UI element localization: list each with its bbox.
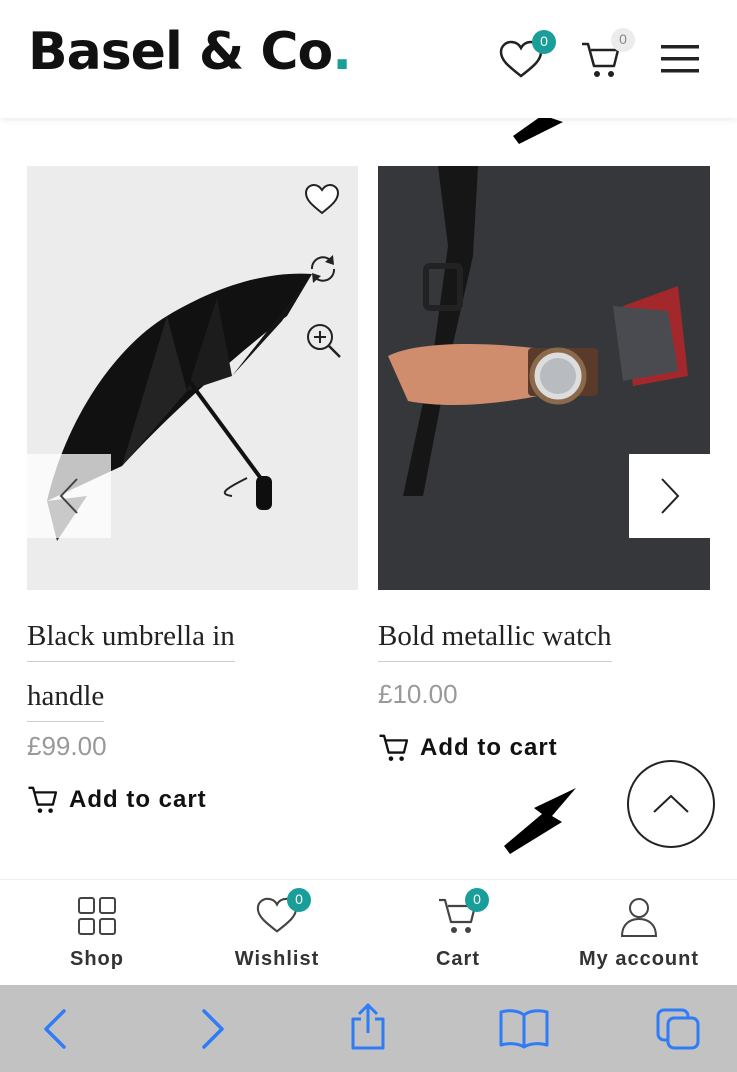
browser-bookmarks-icon[interactable] [498, 1007, 550, 1049]
add-to-cart-button-watch[interactable]: Add to cart [378, 732, 558, 764]
tab-wishlist[interactable]: 0 Wishlist [185, 880, 369, 986]
compare-icon[interactable] [306, 252, 340, 286]
chevron-left-icon [59, 478, 78, 514]
browser-back-icon[interactable] [40, 1007, 70, 1051]
wishlist-count-badge: 0 [532, 30, 556, 54]
product-image-watch[interactable] [378, 166, 710, 590]
user-icon [620, 898, 658, 937]
add-to-cart-button-umbrella[interactable]: Add to cart [27, 784, 207, 816]
product-title-watch[interactable]: Bold metallic watch [378, 620, 612, 662]
tab-my-account[interactable]: My account [547, 880, 731, 986]
site-logo[interactable]: Basel & Co. [28, 26, 352, 78]
cart-icon [379, 734, 409, 761]
annotation-arrow-bottom [504, 788, 576, 854]
tab-my-account-label: My account [578, 948, 700, 970]
browser-share-icon[interactable] [348, 1003, 388, 1051]
carousel-prev-button[interactable] [27, 454, 111, 538]
browser-toolbar [0, 985, 737, 1072]
product-price-watch: £10.00 [378, 679, 458, 709]
browser-tabs-icon[interactable] [655, 1007, 703, 1051]
carousel-next-button[interactable] [629, 454, 710, 538]
chevron-right-icon [661, 478, 680, 514]
tab-wishlist-badge: 0 [287, 888, 311, 912]
quick-view-zoom-icon[interactable] [305, 322, 343, 360]
chevron-up-icon [653, 794, 689, 813]
tab-wishlist-label: Wishlist [234, 948, 320, 970]
cart-count-badge: 0 [611, 28, 635, 52]
tab-shop[interactable]: Shop [5, 880, 189, 986]
tab-cart[interactable]: 0 Cart [366, 880, 550, 986]
browser-forward-icon[interactable] [198, 1007, 228, 1051]
grid-icon [78, 897, 116, 935]
site-header: Basel & Co. 0 0 [0, 0, 737, 118]
tab-shop-label: Shop [70, 948, 124, 970]
scroll-to-top-button[interactable] [627, 760, 715, 848]
hamburger-menu-icon[interactable] [661, 44, 699, 74]
product-image-umbrella[interactable] [27, 166, 358, 590]
bottom-tab-bar: Shop 0 Wishlist 0 Cart My account [0, 879, 737, 985]
cart-icon [28, 786, 58, 813]
product-price-umbrella: £99.00 [27, 731, 107, 761]
tab-cart-badge: 0 [465, 888, 489, 912]
wishlist-add-icon[interactable] [304, 184, 340, 216]
product-title-umbrella[interactable]: Black umbrella in handle [27, 620, 235, 722]
tab-cart-label: Cart [435, 948, 480, 970]
